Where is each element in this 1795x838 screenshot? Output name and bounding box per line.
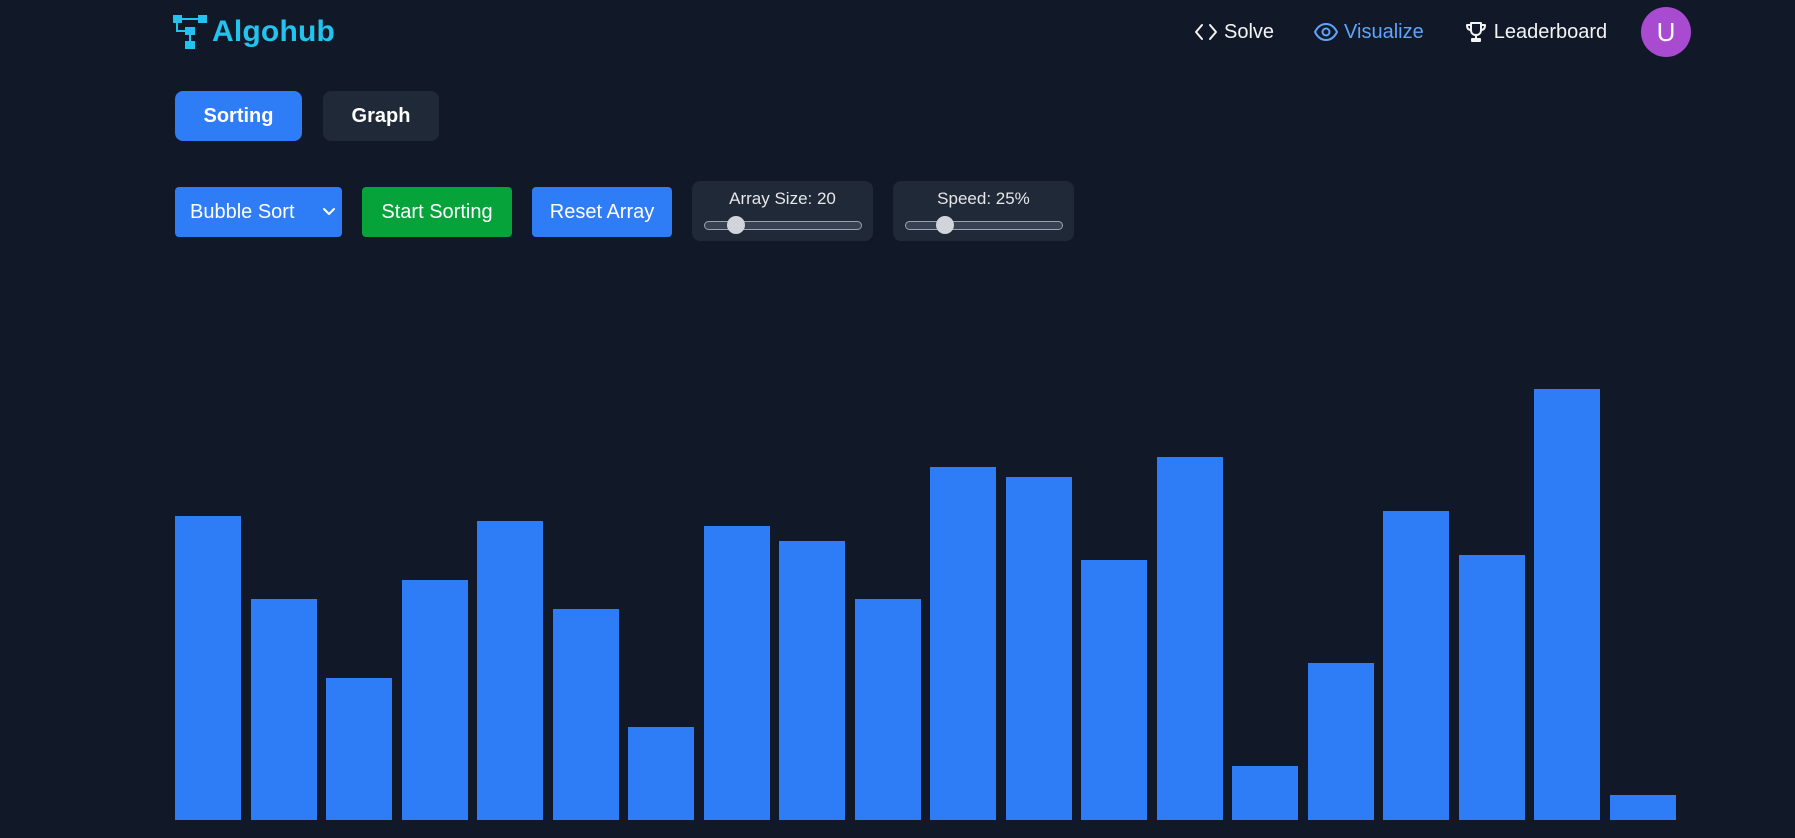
array-bar — [175, 516, 241, 820]
array-bar — [779, 541, 845, 820]
tab-bar: Sorting Graph — [175, 91, 439, 141]
nav-solve-label: Solve — [1224, 20, 1275, 43]
array-size-control: Array Size: 20 — [692, 181, 873, 241]
array-bar — [1157, 457, 1223, 820]
array-bar — [1534, 389, 1600, 820]
logo[interactable]: Algohub — [172, 12, 335, 52]
algorithm-select[interactable]: Bubble Sort — [175, 187, 342, 237]
array-bar — [704, 526, 770, 820]
array-bar — [477, 521, 543, 820]
speed-label: Speed: 25% — [937, 189, 1030, 208]
array-bar — [251, 599, 317, 820]
array-bar — [402, 580, 468, 820]
array-size-slider-thumb[interactable] — [727, 216, 746, 234]
trophy-icon — [1465, 22, 1486, 42]
sorting-bars-chart — [175, 330, 1685, 820]
tab-sorting[interactable]: Sorting — [175, 91, 302, 141]
speed-control: Speed: 25% — [893, 181, 1074, 241]
array-bar — [1610, 795, 1676, 820]
avatar[interactable]: U — [1641, 7, 1691, 57]
array-bar — [1308, 663, 1374, 820]
flowchart-icon — [173, 15, 207, 49]
navbar: Algohub Solve Visualize Leaderboard U — [0, 0, 1795, 64]
algorithm-select-value: Bubble Sort — [190, 200, 295, 223]
eye-icon — [1314, 22, 1339, 42]
speed-slider[interactable] — [905, 216, 1063, 234]
nav-links: Solve Visualize Leaderboard — [1194, 14, 1647, 50]
array-bar — [1383, 511, 1449, 820]
array-bar — [1232, 766, 1298, 820]
array-bar — [1006, 477, 1072, 820]
array-bar — [1081, 560, 1147, 820]
array-size-slider[interactable] — [704, 216, 862, 234]
nav-leaderboard[interactable]: Leaderboard — [1464, 20, 1607, 44]
tab-graph[interactable]: Graph — [323, 91, 439, 141]
controls-bar: Bubble Sort Start Sorting Reset Array Ar… — [175, 181, 1074, 241]
speed-slider-thumb[interactable] — [936, 216, 954, 234]
chevron-down-icon — [323, 208, 335, 215]
array-bar — [1459, 555, 1525, 820]
brand-name: Algohub — [212, 15, 336, 48]
reset-array-button[interactable]: Reset Array — [532, 187, 672, 237]
array-bar — [855, 599, 921, 820]
nav-solve[interactable]: Solve — [1194, 20, 1274, 44]
array-size-label: Array Size: 20 — [729, 189, 836, 208]
start-sorting-button[interactable]: Start Sorting — [362, 187, 512, 237]
array-bar — [553, 609, 619, 820]
code-icon — [1195, 24, 1217, 40]
nav-visualize[interactable]: Visualize — [1314, 20, 1424, 44]
array-bar — [930, 467, 996, 820]
array-bar — [326, 678, 392, 820]
array-bar — [628, 727, 694, 820]
nav-leaderboard-label: Leaderboard — [1493, 20, 1608, 43]
nav-visualize-label: Visualize — [1344, 20, 1424, 43]
